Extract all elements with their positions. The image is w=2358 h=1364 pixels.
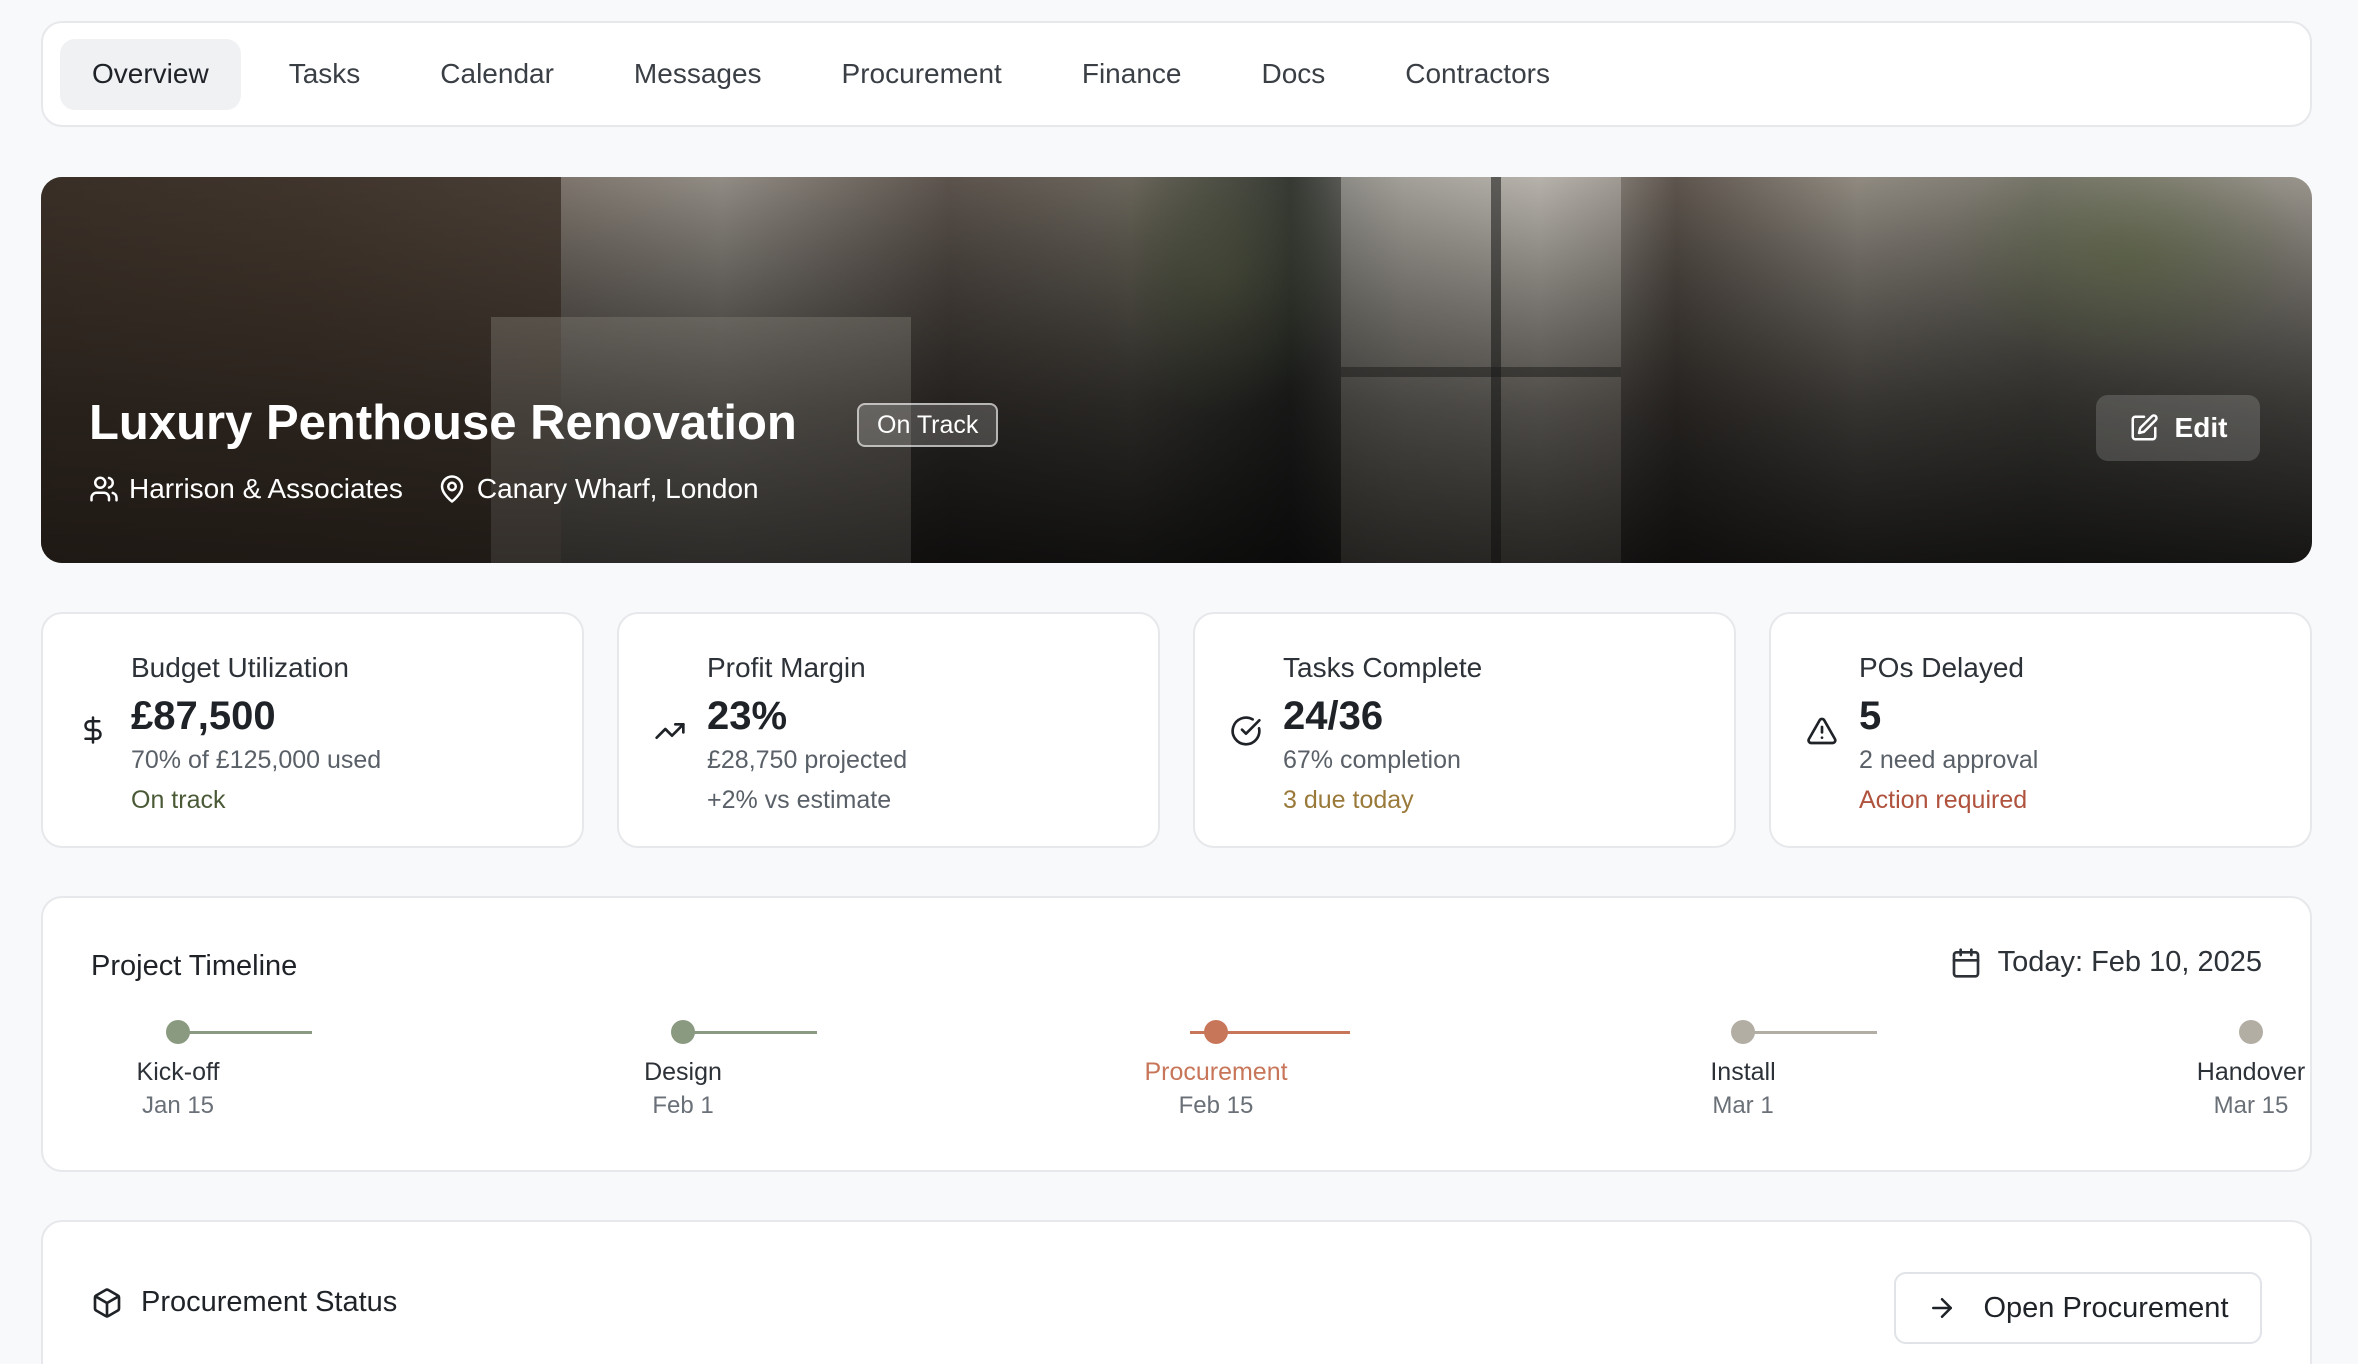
timeline-milestone-name: Kick-off [136,1058,220,1086]
timeline-connector [1753,1031,1877,1034]
project-meta: Harrison & Associates Canary Wharf, Lond… [89,473,793,505]
edit-project-button[interactable]: Edit [2096,395,2260,461]
project-hero-banner: Luxury Penthouse Renovation On Track Har… [41,177,2312,563]
tab-procurement[interactable]: Procurement [810,39,1034,110]
timeline-milestone-dot[interactable] [1204,1020,1228,1044]
tab-contractors[interactable]: Contractors [1373,39,1582,110]
tab-messages[interactable]: Messages [602,39,794,110]
timeline-milestone-date: Jan 15 [141,1092,215,1119]
map-pin-icon [440,475,464,503]
timeline-milestone-dot[interactable] [671,1020,695,1044]
tab-calendar[interactable]: Calendar [408,39,586,110]
edit-icon [2131,414,2158,441]
calendar-icon [1952,947,1979,978]
stat-card-profit[interactable]: Profit Margin 23% £28,750 projected +2% … [617,612,1160,848]
main-tabs: Overview Tasks Calendar Messages Procure… [41,21,2312,127]
status-badge: On Track [857,403,999,447]
stat-value: £87,500 [131,694,276,738]
stat-value: 24/36 [1283,694,1384,738]
stat-card-budget[interactable]: Budget Utilization £87,500 70% of £125,0… [41,612,584,848]
trending-up-icon [655,723,685,739]
procurement-status-card: Procurement Status Open Procurement [41,1220,2312,1364]
project-title: Luxury Penthouse Renovation [89,396,797,450]
location-name: Canary Wharf, London [476,473,759,504]
stat-sub: 70% of £125,000 used [131,746,382,774]
timeline-connector [693,1031,817,1034]
package-icon [93,1287,121,1318]
stat-card-pos-delayed[interactable]: POs Delayed 5 2 need approval Action req… [1769,612,2312,848]
dollar-icon [84,716,102,744]
open-procurement-button[interactable]: Open Procurement [1894,1272,2262,1344]
stat-note: Action required [1859,786,2028,814]
timeline-milestone-date: Feb 1 [652,1092,714,1119]
stat-sub: £28,750 projected [707,746,908,774]
timeline-title: Project Timeline [91,950,298,982]
stats-row: Budget Utilization £87,500 70% of £125,0… [41,612,2312,848]
warning-icon [1807,717,1837,745]
stat-note: +2% vs estimate [707,786,892,814]
tab-tasks[interactable]: Tasks [257,39,393,110]
timeline-milestone-name: Handover [2196,1058,2306,1086]
today-date: Today: Feb 10, 2025 [1997,946,2262,978]
timeline-milestone-name: Procurement [1144,1058,1288,1086]
stat-value: 5 [1859,694,1882,738]
client-name: Harrison & Associates [129,473,403,504]
stat-label: Budget Utilization [131,652,349,683]
timeline-milestone-name: Install [1710,1058,1776,1086]
client-info: Harrison & Associates [89,473,403,505]
stat-label: Profit Margin [707,652,866,683]
stat-value: 23% [707,694,788,738]
location-info: Canary Wharf, London [437,473,759,505]
tab-finance[interactable]: Finance [1050,39,1214,110]
tab-docs[interactable]: Docs [1229,39,1357,110]
timeline-milestone-date: Feb 15 [1178,1092,1254,1119]
procurement-title: Procurement Status [141,1286,398,1318]
timeline-milestone-name: Design [644,1058,722,1086]
procurement-header: Procurement Status [91,1286,397,1319]
arrow-right-icon [1932,1298,1953,1318]
stat-note: On track [131,786,226,814]
project-timeline: Project Timeline Today: Feb 10, 2025 Kic… [41,896,2312,1172]
stat-card-tasks[interactable]: Tasks Complete 24/36 67% completion 3 du… [1193,612,1736,848]
open-procurement-label: Open Procurement [1983,1291,2229,1324]
edit-label: Edit [2174,412,2228,443]
users-icon [90,476,118,502]
timeline-milestone-date: Mar 15 [2213,1092,2289,1119]
stat-sub: 67% completion [1283,746,1461,774]
tab-overview[interactable]: Overview [60,38,241,110]
stat-sub: 2 need approval [1859,746,2039,774]
timeline-milestone-dot[interactable] [1731,1020,1755,1044]
stat-note: 3 due today [1283,786,1414,814]
timeline-milestone-dot[interactable] [166,1020,190,1044]
timeline-connector [188,1031,312,1034]
timeline-milestone-dot[interactable] [2239,1020,2263,1044]
timeline-milestone-date: Mar 1 [1712,1092,1774,1119]
stat-label: POs Delayed [1859,652,2024,683]
timeline-today: Today: Feb 10, 2025 [1950,946,2262,979]
hero-overlay [41,177,2312,563]
stat-label: Tasks Complete [1283,652,1483,683]
check-circle-icon [1231,716,1261,746]
